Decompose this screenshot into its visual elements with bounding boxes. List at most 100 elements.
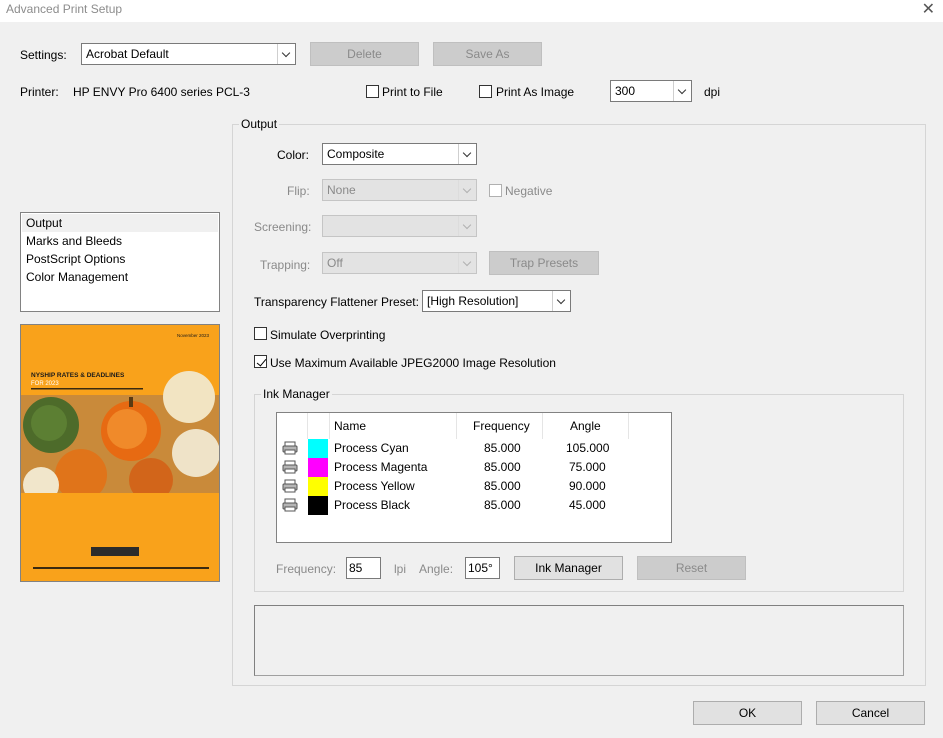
flip-label: Flip: [287, 184, 310, 198]
dpi-dropdown[interactable]: 300 [610, 80, 692, 102]
ink-manager-group-title: Ink Manager [261, 387, 332, 401]
output-group-title: Output [239, 117, 280, 131]
settings-label: Settings: [20, 48, 67, 62]
ink-angle: 75.000 [569, 460, 606, 474]
color-dropdown[interactable]: Composite [322, 143, 477, 165]
ink-row-cyan[interactable]: Process Cyan 85.000 105.000 [277, 439, 671, 458]
color-value: Composite [327, 147, 385, 161]
ink-swatch [308, 496, 328, 515]
ink-frequency: 85.000 [484, 479, 521, 493]
flattener-dropdown[interactable]: [High Resolution] [422, 290, 571, 312]
color-label: Color: [277, 148, 310, 162]
close-icon[interactable]: ✕ [922, 0, 935, 19]
screening-dropdown[interactable] [322, 215, 477, 237]
sidebar-item-color-management[interactable]: Color Management [22, 268, 218, 286]
sidebar-item-label: PostScript Options [26, 252, 126, 266]
print-as-image-label: Print As Image [496, 85, 575, 99]
printer-name: HP ENVY Pro 6400 series PCL-3 [73, 85, 250, 99]
print-to-file-checkbox[interactable] [366, 85, 379, 98]
title-bar: Advanced Print Setup ✕ [0, 0, 943, 22]
column-header-name[interactable]: Name [330, 413, 457, 439]
ink-frequency: 85.000 [484, 441, 521, 455]
reset-button[interactable]: Reset [637, 556, 746, 580]
ink-angle: 90.000 [569, 479, 606, 493]
printer-label: Printer: [20, 85, 59, 99]
column-header-label: Angle [570, 419, 601, 433]
frequency-label: Frequency: [276, 562, 337, 576]
ink-name: Process Yellow [334, 479, 415, 493]
description-box [254, 605, 904, 676]
column-header-swatch [308, 413, 330, 439]
ink-angle: 105.000 [566, 441, 610, 455]
screening-label: Screening: [254, 220, 312, 234]
column-header-icon [277, 413, 308, 439]
column-header-angle[interactable]: Angle [543, 413, 629, 439]
ink-row-magenta[interactable]: Process Magenta 85.000 75.000 [277, 458, 671, 477]
ink-swatch [308, 477, 328, 496]
sidebar-item-label: Color Management [26, 270, 129, 284]
chevron-down-icon [458, 253, 476, 273]
delete-button[interactable]: Delete [310, 42, 419, 66]
printer-icon [282, 441, 298, 458]
trapping-dropdown[interactable]: Off [322, 252, 477, 274]
column-header-label: Name [334, 419, 367, 433]
ink-swatch [308, 458, 328, 477]
sidebar-item-output[interactable]: Output [22, 214, 218, 232]
dpi-value: 300 [615, 84, 636, 98]
document-preview: November 2023 NYSHIP RATES & DEADLINES F… [20, 324, 220, 582]
angle-input[interactable]: 105° [465, 557, 500, 579]
column-header-frequency[interactable]: Frequency [457, 413, 543, 439]
chevron-down-icon [458, 216, 476, 236]
preview-heading: NYSHIP RATES & DEADLINES [31, 372, 125, 379]
printer-icon [282, 460, 298, 477]
cancel-button[interactable]: Cancel [816, 701, 925, 725]
ok-button[interactable]: OK [693, 701, 802, 725]
chevron-down-icon [277, 44, 295, 64]
angle-label: Angle: [419, 562, 454, 576]
flip-value: None [327, 183, 356, 197]
jpeg2000-checkbox[interactable] [254, 355, 267, 368]
ink-name: Process Cyan [334, 441, 409, 455]
negative-checkbox[interactable] [489, 184, 502, 197]
flattener-value: [High Resolution] [427, 294, 519, 308]
print-to-file-label: Print to File [382, 85, 443, 99]
sidebar-item-postscript-options[interactable]: PostScript Options [22, 250, 218, 268]
trap-presets-button[interactable]: Trap Presets [489, 251, 599, 275]
chevron-down-icon [552, 291, 570, 311]
ink-frequency: 85.000 [484, 460, 521, 474]
ink-angle: 45.000 [569, 498, 606, 512]
simulate-overprinting-label: Simulate Overprinting [270, 328, 386, 342]
ink-name: Process Black [334, 498, 411, 512]
ink-row-black[interactable]: Process Black 85.000 45.000 [277, 496, 671, 515]
jpeg2000-label: Use Maximum Available JPEG2000 Image Res… [270, 356, 556, 370]
printer-icon [282, 498, 298, 515]
trapping-label: Trapping: [260, 258, 311, 272]
sidebar-item-marks-and-bleeds[interactable]: Marks and Bleeds [22, 232, 218, 250]
save-as-button[interactable]: Save As [433, 42, 542, 66]
ink-frequency: 85.000 [484, 498, 521, 512]
sidebar-item-label: Output [26, 216, 63, 230]
lpi-label: lpi [394, 562, 407, 576]
ink-row-yellow[interactable]: Process Yellow 85.000 90.000 [277, 477, 671, 496]
preview-image: November 2023 NYSHIP RATES & DEADLINES F… [21, 325, 219, 581]
sidebar-item-label: Marks and Bleeds [26, 234, 123, 248]
ink-name: Process Magenta [334, 460, 428, 474]
print-as-image-checkbox[interactable] [479, 85, 492, 98]
trapping-value: Off [327, 256, 343, 270]
preview-subheading: FOR 2023 [31, 381, 59, 387]
category-list[interactable]: Output Marks and Bleeds PostScript Optio… [20, 212, 220, 312]
frequency-input[interactable]: 85 [346, 557, 381, 579]
ink-swatch [308, 439, 328, 458]
flattener-label: Transparency Flattener Preset: [254, 295, 419, 309]
dpi-unit: dpi [704, 85, 721, 99]
ink-list[interactable]: Name Frequency Angle Process Cyan 85.000… [276, 412, 672, 543]
preview-date: November 2023 [177, 333, 210, 338]
ink-manager-button[interactable]: Ink Manager [514, 556, 623, 580]
chevron-down-icon [458, 144, 476, 164]
printer-icon [282, 479, 298, 496]
simulate-overprinting-checkbox[interactable] [254, 327, 267, 340]
settings-dropdown[interactable]: Acrobat Default [81, 43, 296, 65]
flip-dropdown[interactable]: None [322, 179, 477, 201]
settings-value: Acrobat Default [86, 47, 169, 61]
negative-label: Negative [505, 184, 553, 198]
